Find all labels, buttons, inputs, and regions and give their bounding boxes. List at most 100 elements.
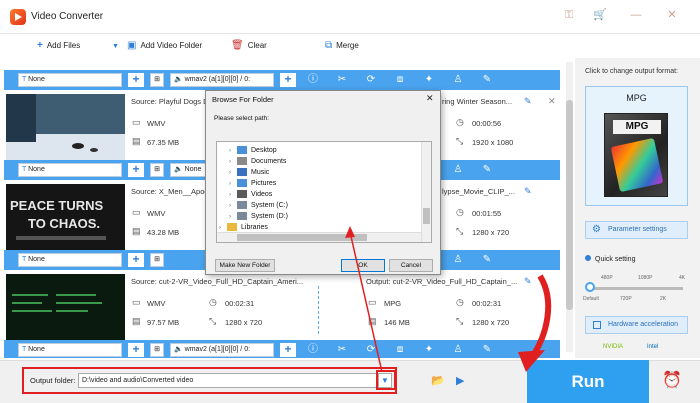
quality-mark: 1080P <box>638 275 653 281</box>
list-scrollbar-thumb[interactable] <box>566 100 573 310</box>
cut-icon[interactable]: ✂ <box>335 73 349 87</box>
add-subtitle-button[interactable]: + <box>128 253 144 267</box>
subtitle-edit-icon[interactable]: ⊞ <box>150 343 164 357</box>
output-name: lypse_Movie_CLIP_... <box>442 187 515 196</box>
subtitle-edit-icon[interactable]: ⊞ <box>150 73 164 87</box>
minimize-icon[interactable]: — <box>628 7 644 23</box>
subtitle-select[interactable]: T None <box>18 343 122 357</box>
hardware-acceleration-button[interactable]: Hardware acceleration <box>585 316 688 334</box>
dialog-prompt: Please select path: <box>214 115 269 122</box>
source-size: 43.28 MB <box>147 228 180 237</box>
documents-folder-icon <box>237 157 247 166</box>
source-size: 67.35 MB <box>147 138 180 147</box>
add-subtitle-button[interactable]: + <box>128 163 144 177</box>
clear-button[interactable]: 🗑 Clear <box>231 39 267 53</box>
edit-icon[interactable]: ✎ <box>480 73 494 87</box>
close-icon[interactable]: ✕ <box>664 7 680 23</box>
open-folder-icon[interactable]: 📂 <box>431 374 445 387</box>
source-size: 97.57 MB <box>147 318 180 327</box>
trash-icon: 🗑 <box>231 40 244 51</box>
subtitle-select[interactable]: T None <box>18 253 122 267</box>
tree-item-videos[interactable]: › Videos <box>229 189 272 200</box>
edit-icon[interactable]: ✎ <box>480 343 494 357</box>
remove-file-icon[interactable]: ✕ <box>548 96 556 107</box>
make-new-folder-button[interactable]: Make New Folder <box>215 259 275 272</box>
output-format: MPG <box>384 299 402 308</box>
format-icon: ▭ <box>132 297 141 307</box>
tree-item-music[interactable]: › Music <box>229 167 269 178</box>
rename-pencil-icon[interactable]: ✎ <box>524 96 532 107</box>
crop-icon[interactable]: ⧈ <box>393 73 407 87</box>
quality-mark: 2K <box>660 296 667 302</box>
intel-logo: Intel <box>647 344 659 350</box>
effects-wand-icon[interactable]: ✦ <box>422 343 436 357</box>
plus-icon: + <box>37 40 43 51</box>
text-icon: T <box>22 256 27 263</box>
clock-icon: ◷ <box>456 117 464 127</box>
file-item[interactable]: Source: cut-2-VR_Video_Full_HD_Captain_A… <box>4 272 560 344</box>
info-icon[interactable]: ⓘ <box>306 343 320 357</box>
alarm-clock-icon[interactable]: ⏰ <box>662 370 682 390</box>
cart-icon[interactable]: 🛒 <box>592 7 608 23</box>
output-duration: 00:02:31 <box>472 299 502 308</box>
info-icon[interactable]: ⓘ <box>306 73 320 87</box>
clock-icon: ◷ <box>456 207 464 217</box>
edit-icon[interactable]: ✎ <box>480 163 494 177</box>
add-files-dropdown[interactable]: ▼ <box>112 39 119 53</box>
quality-mark: 720P <box>620 296 632 302</box>
watermark-icon[interactable]: ♙ <box>451 343 465 357</box>
watermark-icon[interactable]: ♙ <box>451 253 465 267</box>
add-subtitle-button[interactable]: + <box>128 73 144 87</box>
effects-wand-icon[interactable]: ✦ <box>422 73 436 87</box>
audio-select[interactable]: 🔈 None <box>170 163 206 177</box>
tree-item-pictures[interactable]: › Pictures <box>229 178 276 189</box>
resolution-icon: ⤡ <box>456 136 464 146</box>
output-format-selector[interactable]: MPG MPG <box>585 86 688 206</box>
tree-item-system-d[interactable]: › System (D:) <box>229 211 288 222</box>
dialog-close-icon[interactable]: ✕ <box>426 93 434 104</box>
subtitle-select[interactable]: T None <box>18 73 122 87</box>
cancel-button[interactable]: Cancel <box>389 259 433 272</box>
audio-select[interactable]: 🔈 wmav2 (a[1][0][0] / 0: <box>170 73 274 87</box>
merge-button[interactable]: ⧉ Merge <box>325 39 359 53</box>
add-subtitle-button[interactable]: + <box>128 343 144 357</box>
output-panel: Click to change output format: MPG MPG ⚙… <box>575 58 700 358</box>
rotate-icon[interactable]: ⟳ <box>364 73 378 87</box>
tree-vertical-scroll-thumb[interactable] <box>423 208 430 224</box>
edit-icon[interactable]: ✎ <box>480 253 494 267</box>
quality-slider-track[interactable] <box>589 287 683 290</box>
subtitle-select[interactable]: T None <box>18 163 122 177</box>
quality-slider-knob[interactable] <box>585 282 595 292</box>
folder-plus-icon: ▣ <box>127 40 137 51</box>
watermark-icon[interactable]: ♙ <box>451 163 465 177</box>
rename-pencil-icon[interactable]: ✎ <box>524 186 532 197</box>
cut-icon[interactable]: ✂ <box>335 343 349 357</box>
folder-tree[interactable]: › Desktop › Documents › Music › Pictures › Vi… <box>216 141 432 243</box>
tree-vertical-scrollbar[interactable] <box>421 142 431 242</box>
subtitle-edit-icon[interactable]: ⊞ <box>150 253 164 267</box>
tree-item-desktop[interactable]: › Desktop <box>229 145 277 156</box>
run-button[interactable]: Run <box>527 360 649 403</box>
rotate-icon[interactable]: ⟳ <box>364 343 378 357</box>
add-video-folder-button[interactable]: ▣ Add Video Folder <box>127 39 202 53</box>
ok-button[interactable]: OK <box>341 259 385 272</box>
add-audio-button[interactable]: + <box>280 343 296 357</box>
audio-select[interactable]: 🔈 wmav2 (a[1][0][0] / 0: <box>170 343 274 357</box>
key-icon[interactable]: ⚿ <box>561 7 577 23</box>
parameter-settings-button[interactable]: ⚙ Parameter settings <box>585 221 688 239</box>
quality-mark: 480P <box>601 275 613 281</box>
rename-pencil-icon[interactable]: ✎ <box>524 276 532 287</box>
tree-item-system-c[interactable]: › System (C:) <box>229 200 288 211</box>
format-icon: ▭ <box>132 117 141 127</box>
video-folder-icon[interactable]: ▶ <box>456 374 464 387</box>
text-icon: T <box>22 346 27 353</box>
file-controls-row: T None + ⊞ 🔈 wmav2 (a[1][0][0] / 0: + ⓘ … <box>4 340 560 358</box>
watermark-icon[interactable]: ♙ <box>451 73 465 87</box>
desktop-folder-icon <box>237 146 247 155</box>
tree-item-documents[interactable]: › Documents <box>229 156 286 167</box>
crop-icon[interactable]: ⧈ <box>393 343 407 357</box>
add-files-button[interactable]: + Add Files <box>37 39 80 53</box>
tree-horizontal-scroll-thumb[interactable] <box>237 234 367 241</box>
add-audio-button[interactable]: + <box>280 73 296 87</box>
subtitle-edit-icon[interactable]: ⊞ <box>150 163 164 177</box>
